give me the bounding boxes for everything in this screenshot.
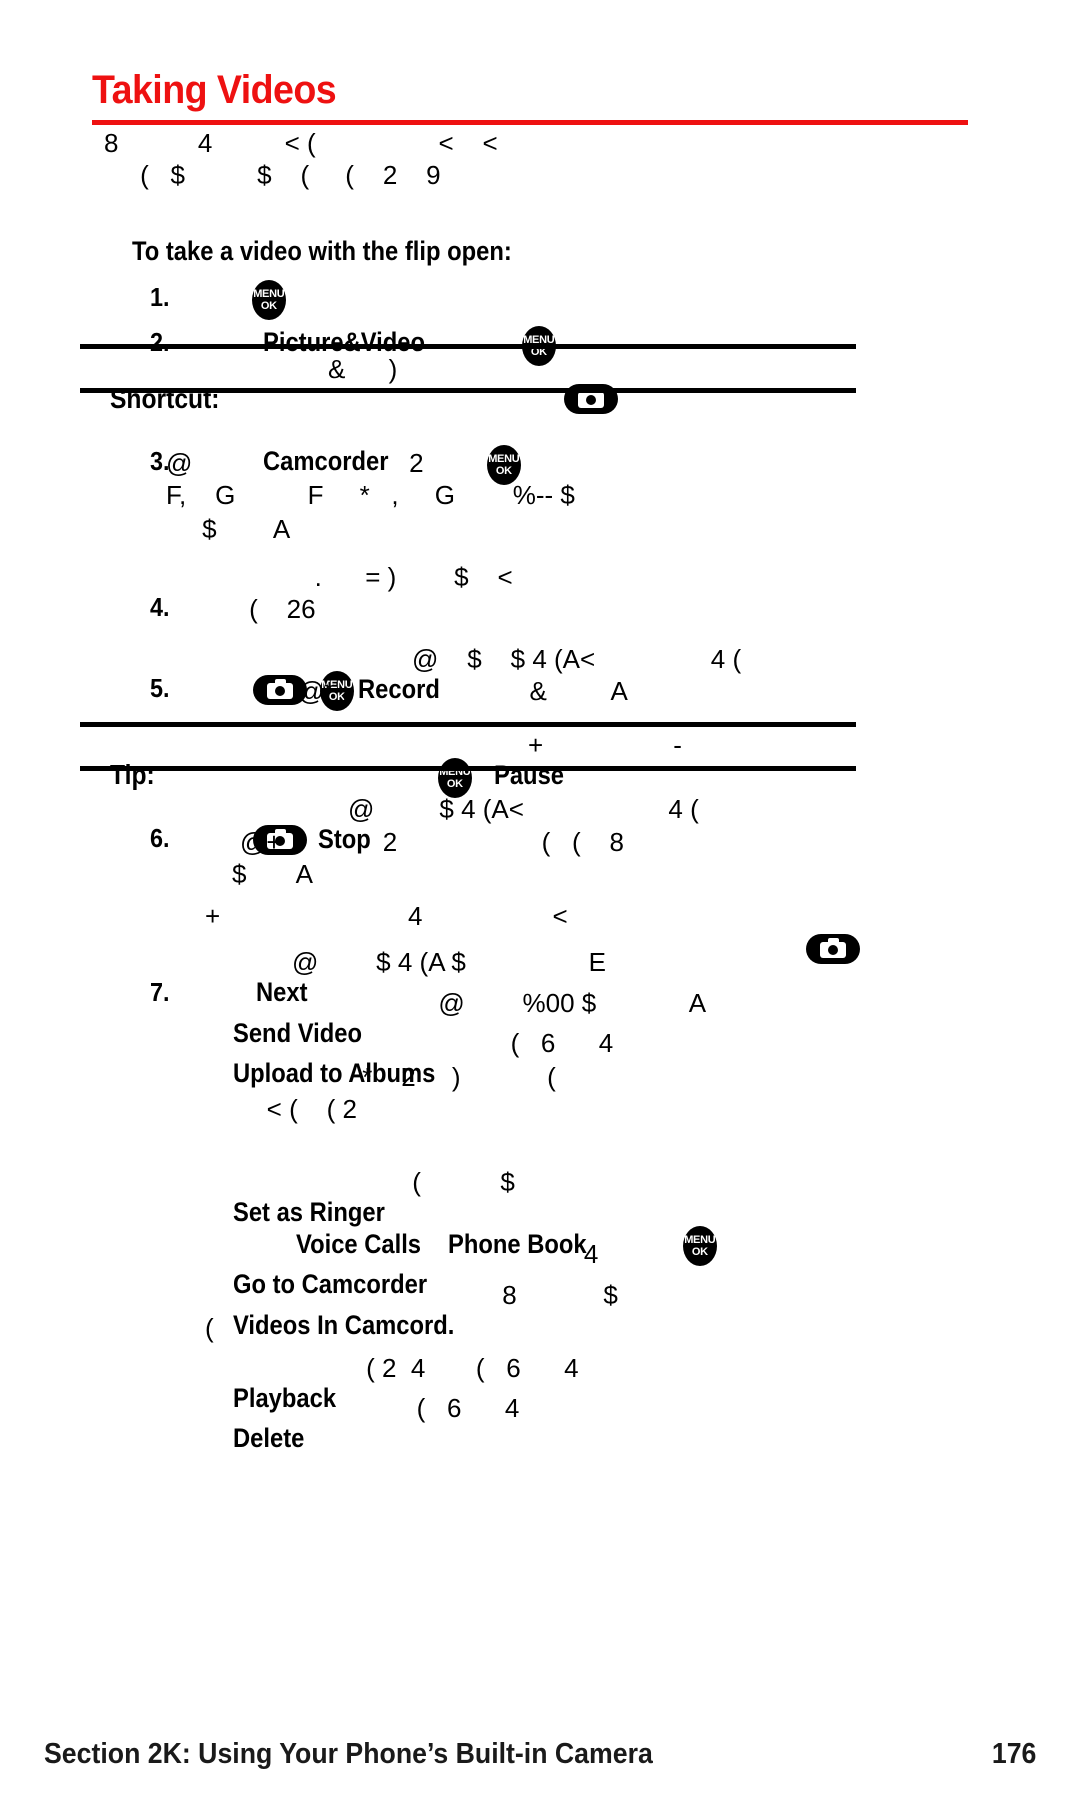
manual-page: Taking Videos 8 4 < ( < < ( $ $ ( ( 2 9 …: [0, 0, 1080, 1800]
step-7-number: 7.: [149, 977, 170, 1007]
lead-in-label: To take a video with the flip open:: [131, 236, 512, 266]
menu-ok-icon-line1: MENU: [488, 453, 520, 465]
menu-option-cont-line-2: < ( ( 2: [245, 1094, 357, 1124]
tip-rule-bottom: [80, 766, 856, 771]
menu-option-upload-albums-glyphs: ( 6 4: [395, 1028, 614, 1058]
step-6-line-2-glyphs: @+ 2 ( ( 8: [240, 827, 624, 857]
step-6-line-1-glyphs: @ $ 4 (A< 4 (: [348, 794, 699, 824]
tip-glyphs: + -: [528, 730, 682, 760]
menu-option-label: Videos In Camcord.: [232, 1310, 455, 1340]
step-6-row: 6.: [122, 793, 171, 884]
menu-option-delete-wrap: Delete: [205, 1393, 314, 1484]
shortcut-glyphs: & ): [328, 354, 398, 384]
step-2-number: 2.: [149, 327, 170, 357]
step-4-row: 4.: [122, 562, 171, 653]
step-3-row: 3.: [122, 416, 171, 507]
tip-label: Tip:: [109, 759, 155, 790]
step-4-line-1: . = ) $ <: [228, 562, 513, 592]
camera-icon[interactable]: [805, 934, 860, 965]
menu-option-label: Delete: [232, 1423, 305, 1453]
step-4-line-2: ( 26: [213, 594, 316, 624]
menu-option-go-to-camcorder-glyphs: 4: [425, 1239, 599, 1269]
footer-page-number: 176: [991, 1738, 1036, 1770]
tip-rule-top: [80, 722, 856, 727]
step-7-line-1-glyphs: @ $ 4 (A $ E: [292, 947, 606, 977]
step-5-row: 5.: [122, 643, 171, 734]
intro-line-1: 8 4 < ( < <: [104, 128, 498, 158]
menu-ok-icon[interactable]: MENU OK: [682, 1226, 717, 1266]
shortcut-rule-top: [80, 344, 856, 349]
step-6-line-3-glyphs: $ A: [232, 859, 313, 889]
menu-ok-icon-line2: OK: [495, 465, 512, 477]
step-7-row: 7.: [122, 947, 171, 1038]
step-5-line-1-glyphs: @ $ $ 4 (A< 4 (: [412, 644, 742, 674]
footer-section-label: Section 2K: Using Your Phone’s Built-in …: [44, 1738, 653, 1770]
menu-ok-icon-line1: MENU: [684, 1234, 716, 1246]
menu-option-playback-glyphs: ( 2 4 ( 6 4: [330, 1353, 579, 1383]
tip-pause-label: Pause: [493, 760, 564, 790]
step-4-number: 4.: [149, 592, 170, 622]
menu-option-set-as-ringer-glyphs: ( $: [340, 1167, 515, 1197]
menu-option-send-video-glyphs: @ %00 $ A: [330, 988, 707, 1018]
menu-option-videos-in-camcord-glyphs: 8 $: [430, 1280, 618, 1310]
menu-option-cont-line-1: * 2 ) (: [290, 1062, 556, 1092]
step-3-line-1: @ 2: [166, 448, 424, 478]
step-3-line-3: $ A: [166, 514, 291, 544]
orphan-glyph-line: + 4 <: [205, 901, 568, 931]
page-title: Taking Videos: [92, 68, 337, 112]
page-title-block: Taking Videos: [92, 66, 968, 125]
step-2-menu-label: Picture&Video: [262, 327, 425, 357]
menu-option-voice-calls-icon-wrap: MENU OK: [655, 1196, 717, 1296]
shortcut-icon-wrap: [536, 353, 618, 444]
title-underline-rule: [92, 120, 968, 125]
step-6-number: 6.: [149, 823, 170, 853]
menu-option-delete-glyphs: ( 6 4: [330, 1393, 520, 1423]
lead-in-text: To take a video with the flip open:: [104, 206, 563, 297]
menu-option-videos-cont-glyphs: (: [205, 1313, 214, 1343]
menu-ok-icon[interactable]: MENU OK: [486, 445, 521, 485]
page-footer: Section 2K: Using Your Phone’s Built-in …: [44, 1738, 1036, 1771]
step-5-number: 5.: [149, 673, 170, 703]
step-3-line-2: F, G F * , G %-- $: [166, 480, 575, 510]
shortcut-rule-bottom: [80, 388, 856, 393]
menu-ok-icon-line2: OK: [691, 1246, 708, 1258]
orphan-camera-icon-wrap: [778, 903, 860, 994]
intro-line-2: ( $ $ ( ( 2 9: [104, 160, 441, 190]
step-5-line-2-glyphs: @* ; & A: [298, 676, 628, 706]
